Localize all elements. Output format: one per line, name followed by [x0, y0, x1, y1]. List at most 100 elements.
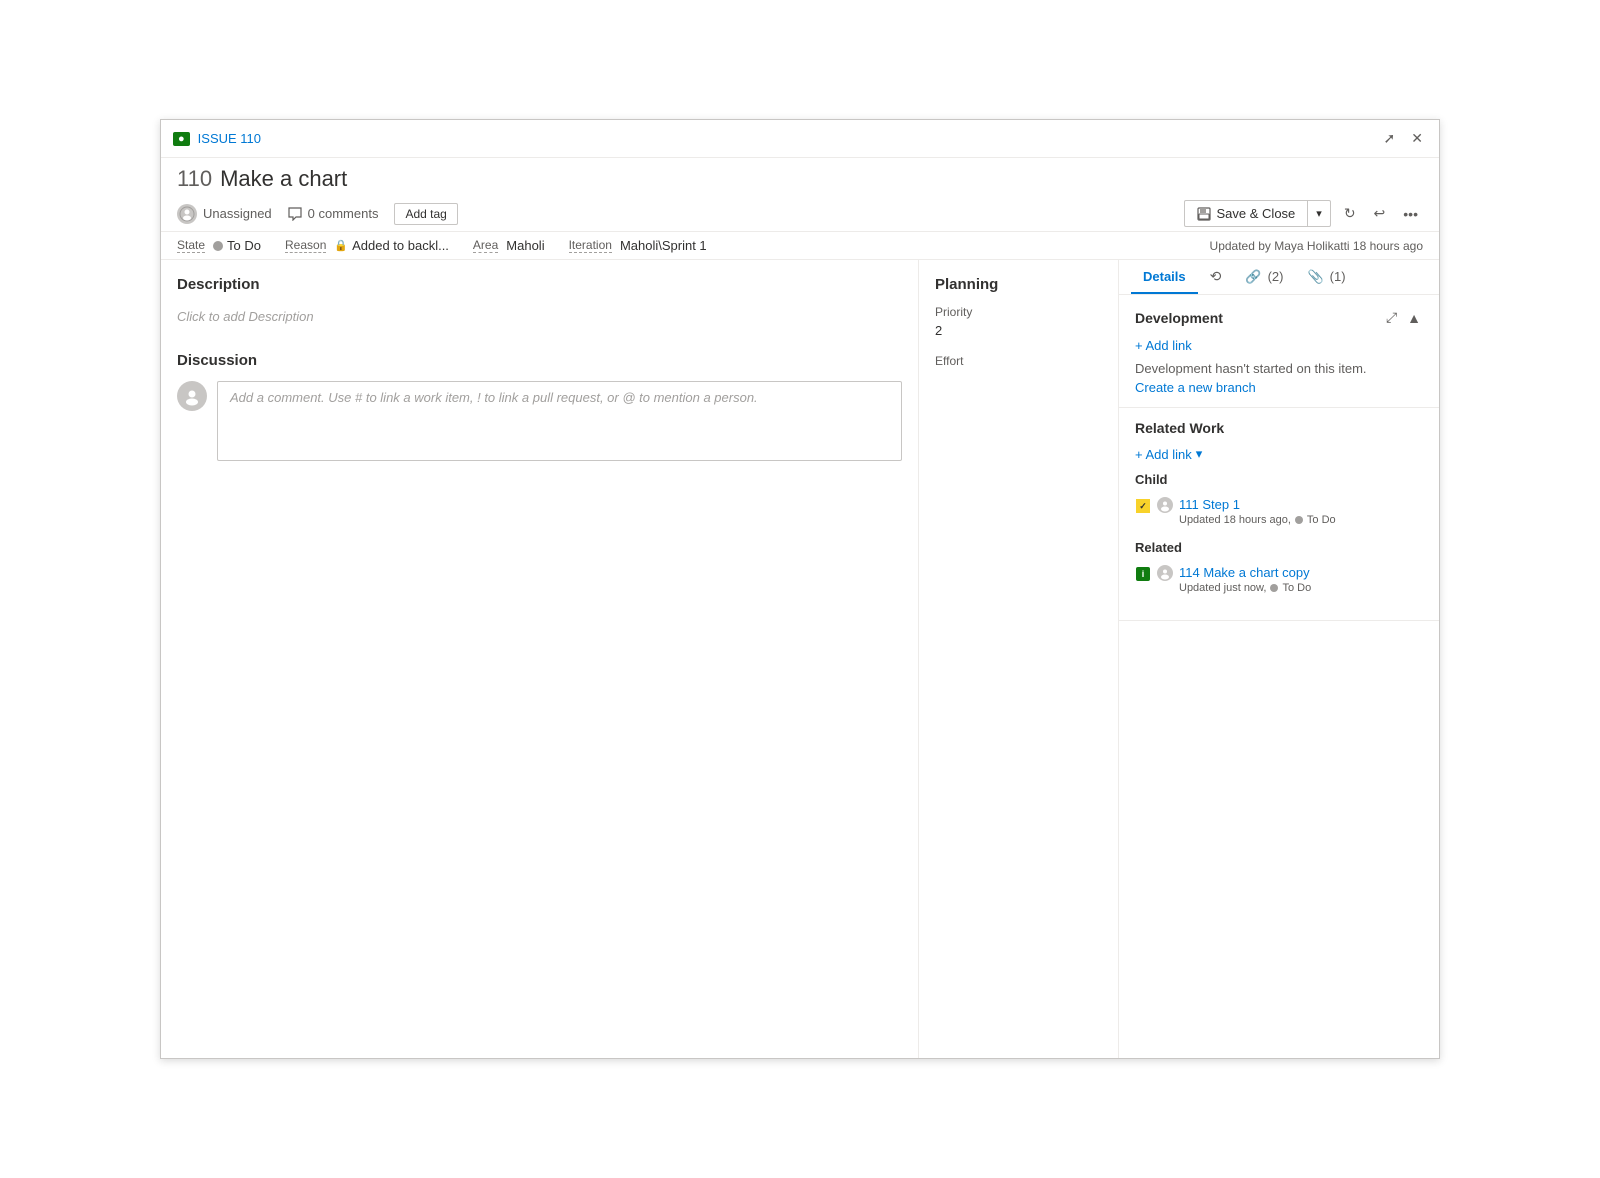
save-close-dropdown[interactable]: ▾ — [1308, 202, 1330, 225]
child-item-avatar — [1157, 497, 1173, 513]
comment-area: Add a comment. Use # to link a work item… — [177, 381, 902, 461]
issue-title[interactable]: Make a chart — [220, 166, 347, 192]
related-work-title: Related Work — [1135, 420, 1423, 436]
expand-button[interactable]: ➚ — [1380, 126, 1400, 151]
related-work-section: Related Work + Add link ▾ Child ✓ — [1119, 408, 1439, 621]
right-panel: Details ⟲ 🔗 (2) 📎 (1) Development — [1119, 260, 1439, 1058]
area-value[interactable]: Maholi — [506, 238, 544, 253]
save-close-group: Save & Close ▾ — [1184, 200, 1331, 227]
comment-input[interactable]: Add a comment. Use # to link a work item… — [217, 381, 902, 461]
collapse-dev-button[interactable]: ▲ — [1405, 307, 1423, 328]
history-icon: ⟲ — [1210, 268, 1222, 285]
issue-number: 110 — [177, 166, 212, 192]
refresh-button[interactable]: ↻ — [1339, 200, 1361, 227]
issue-icon: i — [1136, 567, 1150, 581]
expand-icon: ➚ — [1384, 130, 1396, 147]
toolbar-right: Save & Close ▾ ↻ ↩ ••• — [1184, 200, 1423, 227]
description-column: Description Click to add Description Dis… — [161, 260, 919, 1058]
comment-avatar — [177, 381, 207, 411]
title-bar: ● ISSUE 110 ➚ ✕ — [161, 120, 1439, 158]
iteration-label[interactable]: Iteration — [569, 238, 612, 253]
priority-label: Priority — [935, 305, 1102, 319]
unassigned-label: Unassigned — [203, 206, 272, 221]
state-group: State To Do — [177, 238, 261, 253]
description-title: Description — [177, 276, 902, 293]
planning-column: Planning Priority 2 Effort — [919, 260, 1119, 1058]
development-section: Development ⤢ ▲ + Add link Development h… — [1119, 295, 1439, 408]
save-icon — [1197, 207, 1211, 221]
comments-count: 0 comments — [308, 206, 379, 221]
child-item-type-icon: ✓ — [1135, 498, 1151, 514]
dropdown-chevron: ▾ — [1196, 446, 1203, 462]
child-status-dot — [1295, 516, 1303, 524]
reason-label[interactable]: Reason — [285, 238, 326, 253]
iteration-group: Iteration Maholi\Sprint 1 — [569, 238, 707, 253]
child-item-details: 111 Step 1 Updated 18 hours ago, To Do — [1179, 497, 1423, 526]
related-add-link-button[interactable]: + Add link ▾ — [1135, 446, 1202, 462]
assignee-field[interactable]: Unassigned — [177, 204, 272, 224]
close-icon: ✕ — [1411, 130, 1423, 147]
related-item-avatar — [1157, 565, 1173, 581]
related-item-link[interactable]: 114 Make a chart copy — [1179, 565, 1310, 580]
undo-button[interactable]: ↩ — [1369, 200, 1391, 227]
title-bar-left: ● ISSUE 110 — [173, 131, 261, 146]
issue-type-badge: ● — [173, 132, 190, 146]
related-item-type-icon: i — [1135, 566, 1151, 582]
metadata-row: State To Do Reason 🔒 Added to backl... A… — [161, 232, 1439, 260]
discussion-section: Discussion Add a comment. Use # to link … — [177, 352, 902, 461]
reason-value[interactable]: 🔒 Added to backl... — [334, 238, 449, 253]
area-group: Area Maholi — [473, 238, 545, 253]
description-placeholder[interactable]: Click to add Description — [177, 305, 902, 328]
more-options-button[interactable]: ••• — [1398, 201, 1423, 227]
reason-group: Reason 🔒 Added to backl... — [285, 238, 449, 253]
area-label[interactable]: Area — [473, 238, 498, 253]
issue-link[interactable]: ISSUE 110 — [198, 131, 261, 146]
task-icon: ✓ — [1136, 499, 1150, 513]
center-columns: Description Click to add Description Dis… — [161, 260, 1119, 1058]
comment-placeholder: Add a comment. Use # to link a work item… — [230, 390, 758, 405]
more-icon: ••• — [1403, 206, 1418, 222]
child-item-link[interactable]: 111 Step 1 — [1179, 497, 1240, 512]
iteration-value[interactable]: Maholi\Sprint 1 — [620, 238, 707, 253]
close-button[interactable]: ✕ — [1407, 126, 1427, 151]
add-tag-button[interactable]: Add tag — [394, 203, 457, 225]
description-section: Description Click to add Description — [177, 276, 902, 328]
related-item-details: 114 Make a chart copy Updated just now, … — [1179, 565, 1423, 594]
state-dot — [213, 241, 223, 251]
tabs-bar: Details ⟲ 🔗 (2) 📎 (1) — [1119, 260, 1439, 295]
discussion-title: Discussion — [177, 352, 902, 369]
child-work-item: ✓ 111 Step 1 — [1135, 493, 1423, 530]
child-item-meta: Updated 18 hours ago, To Do — [1179, 514, 1423, 526]
tab-history[interactable]: ⟲ — [1198, 260, 1234, 295]
effort-item: Effort — [935, 354, 1102, 368]
tab-attachments[interactable]: 📎 (1) — [1295, 261, 1357, 295]
dev-no-start-text: Development hasn't started on this item. — [1135, 361, 1423, 376]
development-icons: ⤢ ▲ — [1384, 307, 1423, 328]
comment-icon — [288, 207, 302, 221]
toolbar-left: Unassigned 0 comments Add tag — [177, 203, 458, 225]
main-content: Description Click to add Description Dis… — [161, 260, 1439, 1058]
main-title-row: 110 Make a chart — [161, 158, 1439, 196]
related-status-dot — [1270, 584, 1278, 592]
expand-dev-button[interactable]: ⤢ — [1384, 307, 1399, 328]
lock-icon: 🔒 — [334, 239, 348, 252]
related-work-item: i 114 Make a chart copy — [1135, 561, 1423, 598]
avatar — [177, 204, 197, 224]
toolbar: Unassigned 0 comments Add tag Save & Cl — [161, 196, 1439, 232]
state-value[interactable]: To Do — [213, 238, 261, 253]
comments-button[interactable]: 0 comments — [288, 206, 379, 221]
child-category-label: Child — [1135, 472, 1423, 487]
development-title: Development — [1135, 310, 1223, 326]
priority-value[interactable]: 2 — [935, 323, 1102, 338]
dev-add-link-button[interactable]: + Add link — [1135, 338, 1192, 353]
save-close-button[interactable]: Save & Close — [1185, 201, 1309, 226]
tab-details[interactable]: Details — [1131, 261, 1198, 294]
state-label[interactable]: State — [177, 238, 205, 253]
links-icon: 🔗 — [1245, 269, 1261, 285]
effort-label: Effort — [935, 354, 1102, 368]
priority-item: Priority 2 — [935, 305, 1102, 338]
create-branch-link[interactable]: Create a new branch — [1135, 380, 1256, 395]
title-bar-right: ➚ ✕ — [1380, 126, 1427, 151]
tab-links[interactable]: 🔗 (2) — [1233, 261, 1295, 295]
related-item-meta: Updated just now, To Do — [1179, 582, 1423, 594]
